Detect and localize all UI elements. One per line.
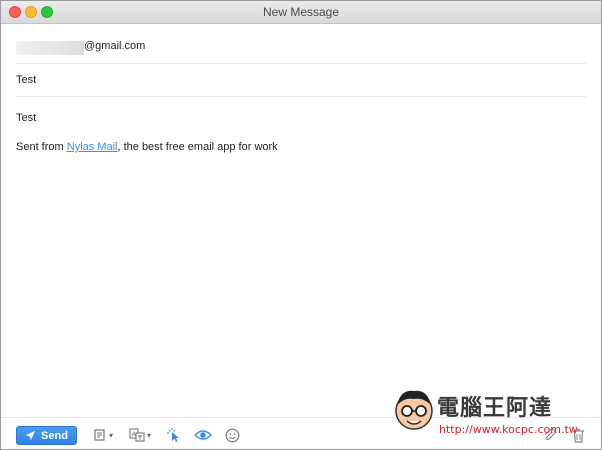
watermark-url: http://www.kocpc.com.tw <box>439 423 578 436</box>
template-button[interactable]: ▾ <box>93 426 113 444</box>
chevron-down-icon: ▾ <box>147 430 152 440</box>
redacted-recipient <box>16 41 84 55</box>
emoji-icon <box>225 428 240 442</box>
template-icon <box>94 429 105 441</box>
subject-value: Test <box>16 74 37 86</box>
signature: Sent from Nylas Mail, the best free emai… <box>16 141 278 153</box>
signature-suffix: , the best free email app for work <box>117 141 278 153</box>
send-label: Send <box>41 429 68 442</box>
read-receipt-button[interactable] <box>194 426 212 444</box>
translate-button[interactable]: A ▾ <box>129 426 151 444</box>
signature-prefix: Sent from <box>16 141 67 153</box>
read-receipt-icon <box>194 430 212 440</box>
watermark: 電腦王阿達 http://www.kocpc.com.tw <box>389 383 589 443</box>
link-tracking-icon <box>167 428 179 442</box>
to-address: @gmail.com <box>84 40 146 52</box>
translate-icon: A <box>129 428 145 442</box>
subject-field[interactable]: Test <box>16 64 586 97</box>
window-title: New Message <box>262 5 340 19</box>
send-icon <box>25 430 36 441</box>
watermark-brand: 電腦王阿達 <box>437 396 553 421</box>
send-button[interactable]: Send <box>16 426 77 445</box>
to-field[interactable]: @gmail.com <box>16 31 586 64</box>
title-bar: New Message <box>1 1 601 24</box>
mascot-logo <box>395 390 433 430</box>
emoji-button[interactable] <box>225 426 240 444</box>
nylas-mail-link[interactable]: Nylas Mail <box>67 141 118 153</box>
chevron-down-icon: ▾ <box>109 430 114 440</box>
link-tracking-button[interactable] <box>166 426 182 444</box>
body-text: Test <box>16 112 37 124</box>
